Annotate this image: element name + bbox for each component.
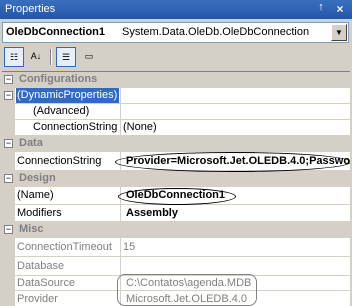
category-label: Data (19, 137, 43, 149)
property-value: Microsoft.Jet.OLEDB.4.0 (126, 293, 248, 305)
property-name: Database (17, 260, 65, 272)
category-label: Configurations (19, 73, 98, 85)
row-margin (2, 291, 15, 306)
category-misc[interactable]: − Misc (2, 222, 350, 238)
property-row-connection-timeout[interactable]: ConnectionTimeout 15 (2, 238, 350, 257)
property-row-data-connection-string[interactable]: ConnectionString Provider=Microsoft.Jet.… (2, 152, 350, 171)
property-row-name[interactable]: (Name) OleDbConnection1 (2, 187, 350, 205)
properties-toolbar: ☷ A↓ ☰ ▭ (2, 46, 350, 70)
property-value[interactable]: Provider=Microsoft.Jet.OLEDB.4.0;Passwor… (126, 155, 350, 167)
properties-icon[interactable]: ☰ (56, 47, 76, 67)
property-row-database[interactable]: Database (2, 257, 350, 276)
property-row-dynamic-properties[interactable]: − (DynamicProperties) (2, 88, 350, 104)
category-design[interactable]: − Design (2, 171, 350, 187)
column-divider (120, 238, 121, 257)
column-divider (120, 88, 121, 104)
row-margin (2, 276, 15, 291)
row-margin (2, 238, 15, 257)
property-row-provider[interactable]: Provider Microsoft.Jet.OLEDB.4.0 (2, 291, 350, 306)
column-divider (120, 257, 121, 276)
property-name: (DynamicProperties) (16, 88, 119, 104)
collapse-icon[interactable]: − (4, 139, 13, 148)
row-margin (2, 205, 15, 222)
property-row-modifiers[interactable]: Modifiers Assembly (2, 205, 350, 222)
collapse-icon[interactable]: − (4, 174, 13, 183)
title-bar: Properties ↑ × (0, 0, 352, 19)
property-grid: − Configurations − (DynamicProperties) (… (2, 71, 350, 306)
object-name: OleDbConnection1 (6, 26, 106, 38)
property-pages-icon[interactable]: ▭ (79, 47, 99, 67)
property-row-advanced[interactable]: (Advanced) (2, 104, 350, 120)
property-value[interactable]: Assembly (126, 207, 178, 219)
category-configurations[interactable]: − Configurations (2, 72, 350, 88)
property-value: C:\Contatos\agenda.MDB (126, 277, 252, 289)
property-name: ConnectionString (33, 121, 118, 133)
row-margin: − (2, 88, 15, 104)
row-margin (2, 187, 15, 205)
property-name: DataSource (17, 277, 76, 289)
property-value: 15 (123, 241, 136, 253)
column-divider (120, 291, 121, 306)
property-name: Modifiers (17, 207, 62, 219)
object-type: System.Data.OleDb.OleDbConnection (122, 26, 310, 38)
row-margin (2, 104, 15, 120)
toolbar-separator (50, 49, 52, 65)
collapse-icon[interactable]: − (4, 91, 13, 100)
row-margin (2, 120, 15, 136)
collapse-icon[interactable]: − (4, 225, 13, 234)
column-divider (120, 152, 121, 171)
object-selector-dropdown[interactable]: OleDbConnection1 System.Data.OleDb.OleDb… (2, 22, 349, 43)
property-value[interactable]: OleDbConnection1 (126, 189, 225, 201)
categorized-icon[interactable]: ☷ (4, 47, 24, 67)
property-name: ConnectionString (17, 155, 102, 167)
chevron-down-icon[interactable]: ▼ (331, 24, 347, 41)
window-title: Properties (5, 3, 56, 15)
property-value[interactable]: (None) (123, 121, 157, 133)
category-label: Misc (19, 223, 44, 235)
column-divider (120, 187, 121, 205)
row-margin (2, 152, 15, 171)
property-row-config-connection-string[interactable]: ConnectionString (None) (2, 120, 350, 136)
column-divider (120, 104, 121, 120)
alphabetical-icon[interactable]: A↓ (26, 47, 46, 67)
property-name: (Advanced) (33, 105, 90, 117)
property-name: ConnectionTimeout (17, 241, 112, 253)
property-name: Provider (17, 293, 58, 305)
column-divider (120, 120, 121, 136)
column-divider (120, 276, 121, 291)
property-row-data-source[interactable]: DataSource C:\Contatos\agenda.MDB (2, 276, 350, 291)
category-data[interactable]: − Data (2, 136, 350, 152)
property-name: (Name) (17, 189, 54, 201)
category-label: Design (19, 172, 56, 184)
column-divider (120, 205, 121, 222)
pin-icon[interactable]: ↑ (314, 1, 328, 17)
row-margin (2, 257, 15, 276)
close-icon[interactable]: × (333, 1, 347, 17)
collapse-icon[interactable]: − (4, 75, 13, 84)
